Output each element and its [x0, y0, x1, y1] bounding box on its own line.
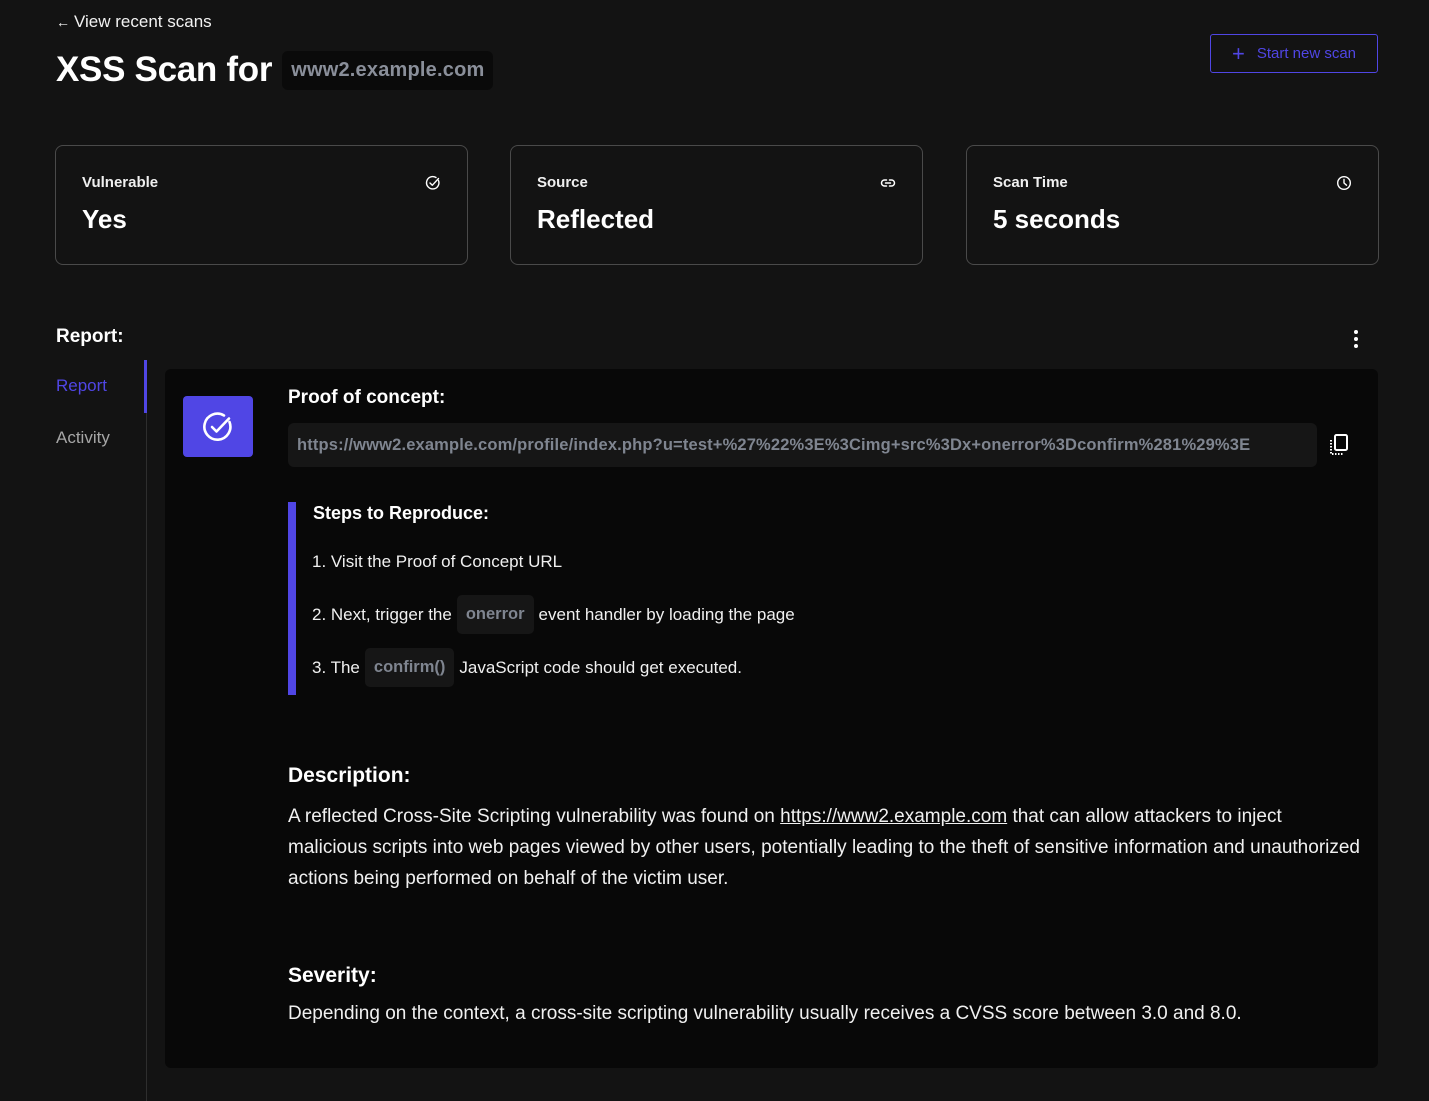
dot: [1354, 337, 1358, 341]
back-to-recent-scans-link[interactable]: ← View recent scans: [56, 12, 212, 32]
stat-card-vulnerable: Vulnerable Yes: [55, 145, 468, 265]
step-text: event handler by loading the page: [538, 604, 795, 624]
dot: [1354, 330, 1358, 334]
step-text: JavaScript code should get executed.: [459, 657, 742, 677]
plus-icon: +: [1231, 40, 1245, 66]
clock-icon: [1336, 175, 1352, 191]
report-panel: Proof of concept: https://www2.example.c…: [165, 369, 1378, 1068]
stat-value: Reflected: [537, 204, 655, 234]
stat-card-scan-time: Scan Time 5 seconds: [966, 145, 1379, 265]
step-text: 2. Next, trigger the: [312, 604, 452, 624]
scanned-domain: www2.example.com: [282, 50, 494, 90]
description-heading: Description:: [288, 764, 411, 787]
stat-card-source: Source Reflected: [510, 145, 923, 265]
step-text: 3. The: [312, 657, 360, 677]
step-item: 1. Visit the Proof of Concept URL: [312, 552, 562, 572]
side-nav-active-indicator: [144, 360, 147, 413]
side-nav-item-report[interactable]: Report: [56, 376, 107, 396]
more-options-button[interactable]: [1346, 327, 1366, 351]
severity-heading: Severity:: [288, 964, 377, 987]
description-text-start: A reflected Cross-Site Scripting vulnera…: [288, 806, 781, 827]
proof-of-concept-heading: Proof of concept:: [288, 387, 446, 408]
page-title: XSS Scan for: [56, 50, 273, 89]
stat-value: Yes: [82, 204, 127, 234]
start-new-scan-button[interactable]: + Start new scan: [1210, 34, 1378, 73]
dot: [1354, 344, 1358, 348]
step-item: 3. The confirm() JavaScript code should …: [312, 648, 742, 687]
check-circle-icon: [425, 175, 440, 190]
vulnerability-confirmed-badge: [183, 396, 253, 457]
target-url-link[interactable]: https://www2.example.com: [780, 806, 1007, 827]
steps-to-reproduce: Steps to Reproduce: 1. Visit the Proof o…: [288, 502, 988, 695]
title-row: XSS Scan for www2.example.com: [56, 50, 494, 90]
description-text: A reflected Cross-Site Scripting vulnera…: [288, 801, 1363, 894]
stat-label: Scan Time: [993, 174, 1068, 191]
report-heading: Report:: [56, 326, 124, 347]
check-circle-icon: [203, 411, 232, 441]
scan-report-page: ← View recent scans XSS Scan for www2.ex…: [0, 0, 1429, 1101]
copy-icon[interactable]: [1328, 433, 1350, 457]
step-item: 2. Next, trigger the onerror event handl…: [312, 595, 795, 634]
stat-label: Vulnerable: [82, 174, 159, 191]
stat-label: Source: [537, 174, 588, 191]
stat-value: 5 seconds: [993, 204, 1121, 234]
arrow-left-icon: ←: [56, 14, 70, 30]
link-icon: [880, 179, 896, 187]
side-nav-divider: [146, 360, 147, 1101]
step-text: 1. Visit the Proof of Concept URL: [312, 552, 563, 571]
start-new-scan-label: Start new scan: [1256, 45, 1357, 62]
back-link-label: View recent scans: [74, 12, 212, 31]
code-snippet: onerror: [456, 595, 534, 634]
steps-heading: Steps to Reproduce:: [313, 503, 490, 523]
side-nav-item-activity[interactable]: Activity: [56, 428, 110, 448]
severity-text: Depending on the context, a cross-site s…: [288, 1003, 1242, 1024]
code-snippet: confirm(): [364, 648, 455, 687]
proof-of-concept-url[interactable]: https://www2.example.com/profile/index.p…: [288, 423, 1317, 467]
